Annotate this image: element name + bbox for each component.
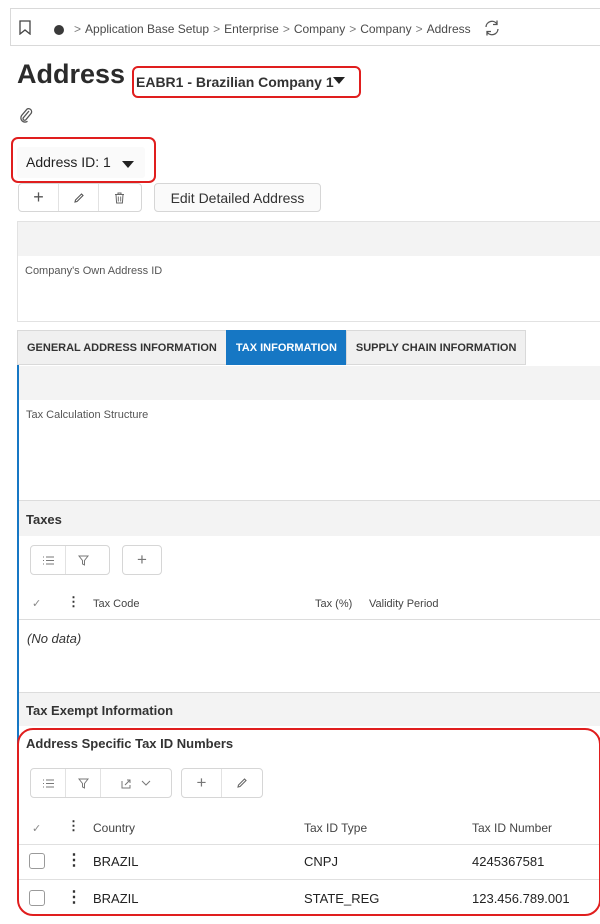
column-header-tax-id-number[interactable]: Tax ID Number: [472, 821, 552, 835]
add-tax-button[interactable]: +: [123, 546, 161, 574]
column-chooser-button[interactable]: [31, 546, 66, 574]
breadcrumb-separator: >: [213, 22, 221, 36]
divider: [19, 844, 599, 845]
taxes-title: Taxes: [26, 512, 62, 527]
breadcrumb: > Application Base Setup > Enterprise > Compa…: [70, 22, 471, 36]
breadcrumb-item-app-base-setup[interactable]: Application Base Setup: [85, 22, 209, 36]
filter-icon: [77, 778, 89, 789]
export-icon: [121, 779, 131, 788]
tax-calc-header: [19, 366, 600, 400]
row-menu-icon[interactable]: ⋮: [66, 887, 82, 907]
edit-tax-id-button[interactable]: [222, 769, 262, 797]
paperclip-icon[interactable]: [19, 107, 33, 123]
edit-detailed-address-button[interactable]: Edit Detailed Address: [154, 183, 321, 212]
company-selector-label: EABR1 - Brazilian Company 1: [136, 74, 334, 90]
select-all-check-icon[interactable]: ✓: [32, 597, 41, 610]
cell-tax-id-type: CNPJ: [304, 854, 338, 869]
taxes-add-toolbar: +: [122, 545, 162, 575]
cell-country: BRAZIL: [93, 891, 139, 906]
cell-tax-id-number: 123.456.789.001: [472, 891, 570, 906]
chevron-down-icon[interactable]: [122, 161, 134, 168]
tax-id-edit-toolbar: +: [181, 768, 263, 798]
cell-country: BRAZIL: [93, 854, 139, 869]
refresh-icon[interactable]: [483, 19, 501, 37]
taxes-header: [19, 500, 600, 536]
kebab-icon[interactable]: ⋮: [67, 594, 80, 610]
cell-tax-id-number: 4245367581: [472, 854, 545, 869]
breadcrumb-item-enterprise[interactable]: Enterprise: [224, 22, 279, 36]
add-button[interactable]: +: [19, 184, 59, 211]
chevron-down-icon: [141, 780, 151, 786]
delete-button[interactable]: [99, 184, 139, 211]
own-address-header: [18, 222, 600, 256]
edit-button[interactable]: [59, 184, 99, 211]
tab-tax-information[interactable]: TAX INFORMATION: [225, 330, 346, 365]
add-tax-id-button[interactable]: +: [182, 769, 222, 797]
taxes-view-toolbar: [30, 545, 110, 575]
tax-calculation-structure-label: Tax Calculation Structure: [26, 409, 149, 421]
kebab-icon[interactable]: ⋮: [67, 818, 80, 834]
column-header-country[interactable]: Country: [93, 821, 135, 835]
row-menu-icon[interactable]: ⋮: [66, 850, 82, 870]
column-header-tax-code[interactable]: Tax Code: [93, 598, 139, 610]
list-icon: [42, 779, 54, 787]
row-checkbox[interactable]: [29, 853, 45, 869]
breadcrumb-item-company[interactable]: Company: [294, 22, 345, 36]
tab-supply-chain-information[interactable]: SUPPLY CHAIN INFORMATION: [345, 330, 527, 365]
own-address-label: Company's Own Address ID: [25, 265, 163, 277]
bookmark-icon[interactable]: [19, 20, 31, 35]
trash-icon: [114, 192, 124, 203]
no-data-text: (No data): [27, 631, 82, 646]
filter-button[interactable]: [66, 769, 101, 797]
column-chooser-button[interactable]: [31, 769, 66, 797]
tax-id-numbers-title: Address Specific Tax ID Numbers: [26, 736, 234, 751]
tab-bar: GENERAL ADDRESS INFORMATION TAX INFORMAT…: [17, 330, 527, 365]
breadcrumb-separator: >: [415, 22, 423, 36]
column-header-tax-id-type[interactable]: Tax ID Type: [304, 821, 367, 835]
export-dropdown-button[interactable]: [101, 769, 171, 797]
column-header-validity-period[interactable]: Validity Period: [369, 598, 439, 610]
page-title: Address: [17, 59, 126, 89]
tab-general-address-information[interactable]: GENERAL ADDRESS INFORMATION: [17, 330, 226, 365]
tax-exempt-title[interactable]: Tax Exempt Information: [26, 703, 173, 718]
chevron-down-icon[interactable]: [333, 77, 345, 84]
select-all-check-icon[interactable]: ✓: [32, 822, 41, 835]
home-dot-icon[interactable]: [54, 25, 64, 35]
cell-tax-id-type: STATE_REG: [304, 891, 380, 906]
row-checkbox[interactable]: [29, 890, 45, 906]
tax-id-view-toolbar: [30, 768, 172, 798]
divider: [19, 879, 599, 880]
pencil-icon: [73, 192, 84, 203]
filter-button[interactable]: [66, 546, 101, 574]
address-id-label: Address ID: 1: [26, 154, 111, 170]
divider: [19, 619, 600, 620]
breadcrumb-separator: >: [282, 22, 290, 36]
breadcrumb-item-company-2[interactable]: Company: [360, 22, 411, 36]
breadcrumb-item-address: Address: [426, 22, 471, 36]
filter-icon: [78, 555, 89, 566]
pencil-icon: [237, 778, 247, 788]
breadcrumb-separator: >: [349, 22, 357, 36]
list-icon: [42, 556, 54, 564]
record-toolbar: +: [18, 183, 142, 212]
breadcrumb-separator: >: [74, 22, 82, 36]
column-header-tax-percent[interactable]: Tax (%): [315, 598, 352, 610]
